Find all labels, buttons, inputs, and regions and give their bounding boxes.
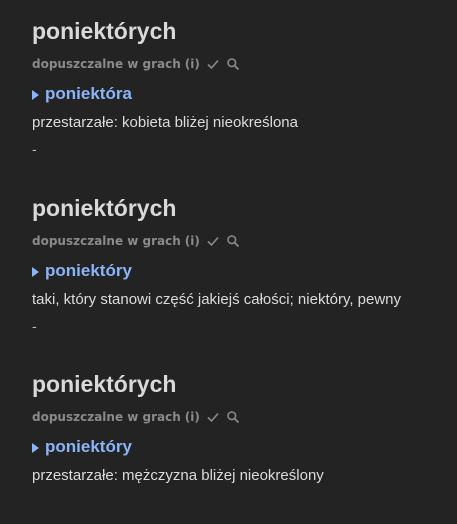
sense-toggle[interactable]: poniektóry xyxy=(32,437,442,457)
check-icon xyxy=(206,410,220,424)
entry-headword: poniektórych xyxy=(32,371,177,397)
entry-separator: - xyxy=(32,141,37,157)
info-link[interactable]: (i) xyxy=(185,234,200,248)
triangle-right-icon xyxy=(32,89,39,100)
search-icon[interactable] xyxy=(226,410,240,424)
check-icon xyxy=(206,234,220,248)
dictionary-entry: poniektórych dopuszczalne w grach (i) po… xyxy=(32,371,442,485)
entry-headword: poniektórych xyxy=(32,18,177,44)
lemma-link[interactable]: poniektóra xyxy=(45,84,132,104)
entry-separator: - xyxy=(32,318,37,334)
game-status-text: dopuszczalne w grach xyxy=(32,234,181,248)
lemma-link[interactable]: poniektóry xyxy=(45,261,132,281)
check-icon xyxy=(206,57,220,71)
sense-toggle[interactable]: poniektóra xyxy=(32,84,442,104)
dictionary-entry: poniektórych dopuszczalne w grach (i) po… xyxy=(32,195,442,333)
triangle-right-icon xyxy=(32,442,39,453)
info-link[interactable]: (i) xyxy=(185,410,200,424)
entry-headword: poniektórych xyxy=(32,195,177,221)
dictionary-entry: poniektórych dopuszczalne w grach (i) po… xyxy=(32,18,442,156)
definition-text: przestarzałe: mężczyzna bliżej nieokreśl… xyxy=(32,467,324,484)
sense-toggle[interactable]: poniektóry xyxy=(32,261,442,281)
triangle-right-icon xyxy=(32,266,39,277)
entry-meta: dopuszczalne w grach (i) xyxy=(32,56,442,72)
entry-meta: dopuszczalne w grach (i) xyxy=(32,233,442,249)
definition-text: przestarzałe: kobieta bliżej nieokreślon… xyxy=(32,114,298,131)
search-icon[interactable] xyxy=(226,57,240,71)
entry-meta: dopuszczalne w grach (i) xyxy=(32,409,442,425)
game-status-text: dopuszczalne w grach xyxy=(32,57,181,71)
definition-text: taki, który stanowi część jakiejś całośc… xyxy=(32,291,402,308)
lemma-link[interactable]: poniektóry xyxy=(45,437,132,457)
info-link[interactable]: (i) xyxy=(185,57,200,71)
search-icon[interactable] xyxy=(226,234,240,248)
game-status-text: dopuszczalne w grach xyxy=(32,410,181,424)
